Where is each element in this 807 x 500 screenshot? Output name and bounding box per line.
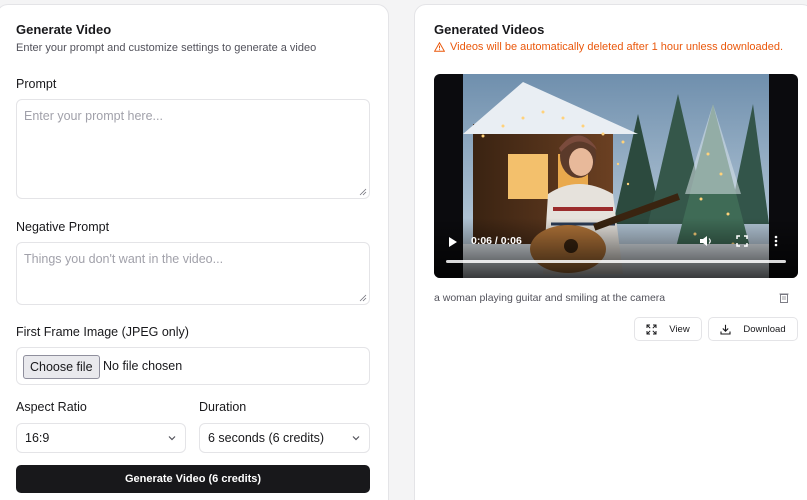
expand-icon	[646, 324, 657, 334]
negative-prompt-label: Negative Prompt	[16, 220, 110, 234]
warning-icon	[434, 42, 445, 52]
first-frame-label: First Frame Image (JPEG only)	[16, 325, 189, 339]
resize-grip-icon[interactable]	[359, 188, 367, 196]
negative-prompt-input[interactable]: Things you don't want in the video...	[16, 242, 370, 305]
volume-icon[interactable]	[699, 235, 713, 247]
prompt-input[interactable]: Enter your prompt here...	[16, 99, 370, 199]
aspect-ratio-value: 16:9	[25, 431, 50, 445]
file-status-text: No file chosen	[103, 359, 183, 373]
duration-select[interactable]: 6 seconds (6 credits)	[199, 423, 370, 453]
first-frame-file-input[interactable]: Choose file No file chosen	[16, 347, 370, 385]
view-button-label: View	[669, 323, 690, 335]
resize-grip-icon[interactable]	[359, 294, 367, 302]
aspect-ratio-select[interactable]: 16:9	[16, 423, 186, 453]
video-progress-bar[interactable]	[446, 260, 786, 263]
prompt-label: Prompt	[16, 77, 57, 91]
more-icon[interactable]	[774, 235, 778, 247]
download-button-label: Download	[743, 323, 786, 335]
view-button[interactable]: View	[634, 317, 702, 341]
download-icon	[720, 324, 731, 335]
video-caption: a woman playing guitar and smiling at th…	[434, 292, 666, 304]
download-button[interactable]: Download	[708, 317, 798, 341]
generate-video-title: Generate Video	[16, 22, 112, 37]
play-icon[interactable]	[448, 236, 458, 248]
duration-label: Duration	[199, 400, 247, 414]
duration-value: 6 seconds (6 credits)	[208, 431, 325, 445]
fullscreen-icon[interactable]	[736, 235, 748, 247]
video-controls	[434, 218, 798, 278]
aspect-ratio-label: Aspect Ratio	[16, 400, 87, 414]
chevron-down-icon	[168, 436, 176, 441]
trash-icon[interactable]	[779, 292, 789, 303]
prompt-placeholder: Enter your prompt here...	[24, 109, 163, 123]
generated-videos-title: Generated Videos	[434, 22, 545, 37]
video-time: 0:06 / 0:06	[471, 235, 522, 247]
generate-video-button[interactable]: Generate Video (6 credits)	[16, 465, 370, 493]
warning-text: Videos will be automatically deleted aft…	[450, 41, 784, 53]
choose-file-button[interactable]: Choose file	[23, 355, 100, 379]
video-player[interactable]: 0:06 / 0:06	[434, 74, 798, 278]
warning-message: Videos will be automatically deleted aft…	[434, 41, 783, 53]
chevron-down-icon	[352, 436, 360, 441]
page: Generate Video Enter your prompt and cus…	[0, 0, 807, 500]
generate-video-subtitle: Enter your prompt and customize settings…	[16, 42, 317, 54]
negative-prompt-placeholder: Things you don't want in the video...	[24, 252, 224, 266]
